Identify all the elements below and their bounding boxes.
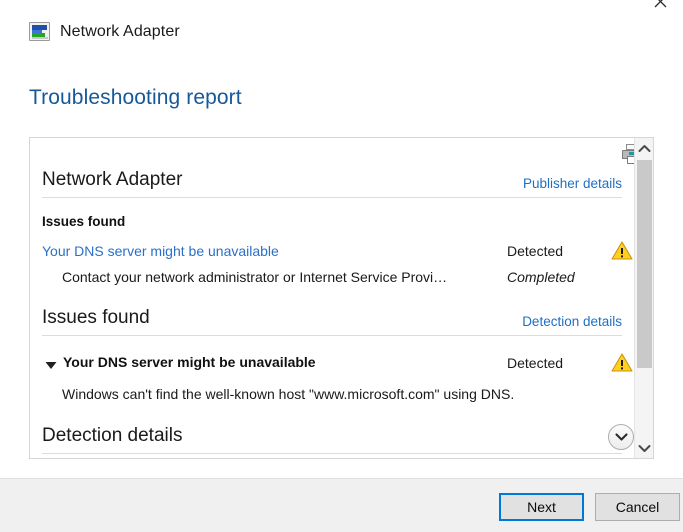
issue-resolution-text: Contact your network administrator or In…	[62, 269, 448, 285]
publisher-details-link[interactable]: Publisher details	[523, 176, 622, 191]
section-divider	[42, 197, 622, 198]
detected-issue-status: Detected	[507, 355, 564, 371]
section-title-network-adapter: Network Adapter	[42, 169, 183, 190]
detection-details-link[interactable]: Detection details	[522, 314, 622, 329]
close-button[interactable]	[637, 0, 683, 16]
chevron-down-icon	[638, 444, 650, 452]
warning-icon	[611, 353, 633, 372]
network-adapter-icon	[29, 22, 50, 41]
cancel-button[interactable]: Cancel	[595, 493, 680, 521]
scrollbar-down-button[interactable]	[635, 438, 653, 458]
chevron-up-icon	[638, 144, 650, 152]
title-bar: Network Adapter	[0, 0, 683, 62]
issues-found-subheading: Issues found	[42, 214, 126, 229]
warning-icon	[611, 241, 633, 260]
close-icon	[654, 0, 666, 7]
window-title-row: Network Adapter	[29, 22, 180, 41]
next-button[interactable]: Next	[499, 493, 584, 521]
report-scrollbar[interactable]	[634, 138, 653, 458]
page-title: Troubleshooting report	[29, 86, 242, 109]
scrollbar-up-button[interactable]	[635, 138, 653, 158]
troubleshooting-report-panel: Network Adapter Publisher details Issues…	[29, 137, 654, 459]
section-divider	[42, 335, 622, 336]
section-title-detection-details: Detection details	[42, 425, 183, 446]
issue-status: Detected	[507, 243, 564, 259]
issue-resolution-status: Completed	[507, 269, 575, 285]
expand-section-button[interactable]	[608, 424, 634, 450]
issue-link-dns-unavailable[interactable]: Your DNS server might be unavailable	[42, 243, 279, 259]
section-divider	[42, 453, 622, 454]
dialog-footer: Next Cancel	[0, 478, 683, 532]
section-title-issues-found: Issues found	[42, 307, 150, 328]
report-content: Network Adapter Publisher details Issues…	[30, 138, 634, 458]
detected-issue-description: Windows can't find the well-known host "…	[62, 386, 515, 402]
triangle-down-icon[interactable]	[44, 358, 58, 372]
window-title: Network Adapter	[60, 22, 180, 40]
detected-issue-title: Your DNS server might be unavailable	[63, 354, 316, 370]
chevron-down-circle-icon	[614, 432, 628, 441]
scrollbar-thumb[interactable]	[637, 160, 652, 368]
